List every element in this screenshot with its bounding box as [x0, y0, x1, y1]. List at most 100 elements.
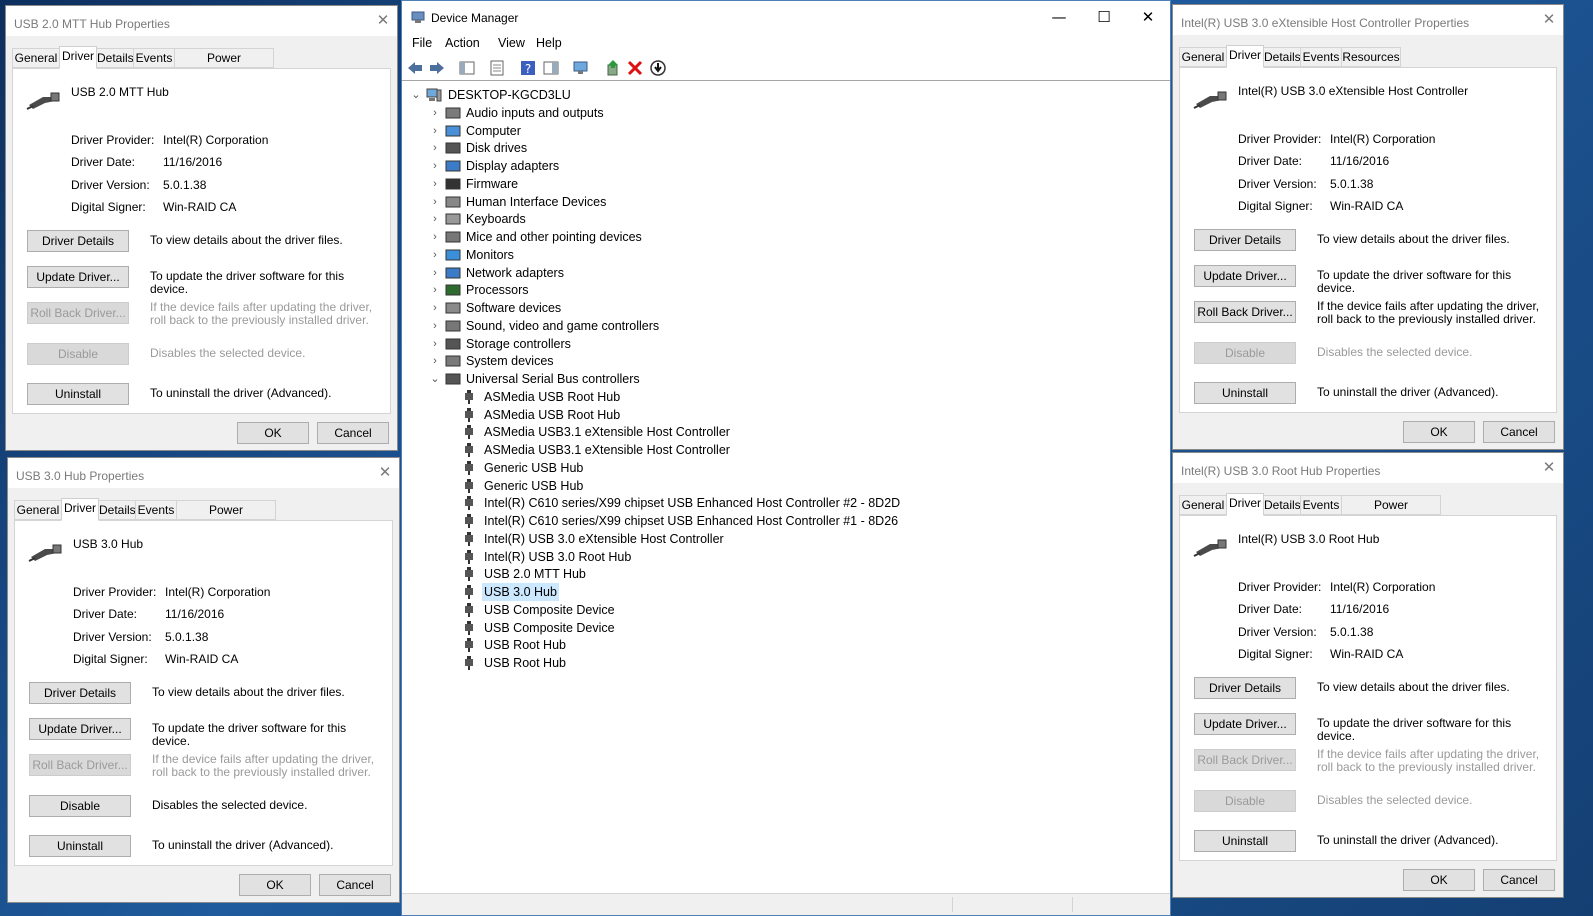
rollback-button[interactable]: Roll Back Driver...	[27, 302, 129, 324]
disable-device-icon[interactable]	[649, 59, 667, 77]
disable-button[interactable]: Disable	[27, 343, 129, 365]
rollback-button[interactable]: Roll Back Driver...	[1194, 749, 1296, 771]
cancel-button[interactable]: Cancel	[1483, 869, 1555, 891]
chevron-right-icon[interactable]: ›	[429, 175, 441, 193]
dialog-close-icon[interactable]: ✕	[377, 464, 393, 480]
tab-general[interactable]: General	[12, 48, 60, 68]
chevron-right-icon[interactable]: ›	[429, 317, 441, 335]
uninstall-button[interactable]: Uninstall	[27, 383, 129, 405]
disable-button[interactable]: Disable	[1194, 790, 1296, 812]
tab-resources[interactable]: Resources	[1341, 47, 1401, 67]
action-pane-icon[interactable]	[542, 59, 560, 77]
chevron-down-icon[interactable]: ⌄	[429, 370, 441, 388]
update-driver-icon[interactable]	[604, 59, 622, 77]
tab-driver[interactable]: Driver	[1226, 45, 1264, 68]
chevron-right-icon[interactable]: ›	[429, 193, 441, 211]
tab-driver[interactable]: Driver	[61, 498, 99, 521]
tab-general[interactable]: General	[1179, 47, 1227, 67]
menu-help[interactable]: Help	[536, 36, 562, 50]
ok-button[interactable]: OK	[1403, 421, 1475, 443]
uninstall-button[interactable]: Uninstall	[1194, 830, 1296, 852]
uninstall-description: To uninstall the driver (Advanced).	[1317, 833, 1499, 847]
provider-value: Intel(R) Corporation	[165, 585, 271, 599]
tab-details[interactable]: Details	[96, 48, 134, 68]
tab-events[interactable]: Events	[133, 48, 175, 68]
maximize-button[interactable]: ☐	[1089, 5, 1119, 29]
tab-driver[interactable]: Driver	[59, 46, 97, 69]
disable-button[interactable]: Disable	[29, 795, 131, 817]
dialog-title-bar: Intel(R) USB 3.0 eXtensible Host Control…	[1173, 5, 1563, 35]
ok-button[interactable]: OK	[239, 874, 311, 896]
scan-hardware-icon[interactable]	[572, 59, 590, 77]
properties-icon[interactable]	[488, 59, 506, 77]
forward-arrow-icon[interactable]	[428, 59, 446, 77]
date-value: 11/16/2016	[165, 607, 225, 621]
cancel-button[interactable]: Cancel	[317, 422, 389, 444]
tab-details[interactable]: Details	[1263, 495, 1301, 515]
category-icon	[445, 249, 461, 261]
disable-button[interactable]: Disable	[1194, 342, 1296, 364]
menu-view[interactable]: View	[498, 36, 525, 50]
usb-plug-icon	[465, 496, 473, 510]
tab-details[interactable]: Details	[1263, 47, 1301, 67]
close-button[interactable]: ✕	[1133, 5, 1163, 29]
tab-events[interactable]: Events	[135, 500, 177, 520]
version-value: 5.0.1.38	[165, 630, 209, 644]
dialog-close-icon[interactable]: ✕	[375, 12, 391, 28]
chevron-right-icon[interactable]: ›	[429, 335, 441, 353]
chevron-right-icon[interactable]: ›	[429, 299, 441, 317]
dialog-close-icon[interactable]: ✕	[1541, 11, 1557, 27]
chevron-right-icon[interactable]: ›	[429, 210, 441, 228]
usb-device-icon	[1193, 91, 1227, 109]
chevron-right-icon[interactable]: ›	[429, 246, 441, 264]
details-button[interactable]: Driver Details	[29, 682, 131, 704]
update-button[interactable]: Update Driver...	[29, 718, 131, 740]
rollback-button[interactable]: Roll Back Driver...	[1194, 301, 1296, 323]
uninstall-button[interactable]: Uninstall	[1194, 382, 1296, 404]
update-description: To update the driver software for this d…	[150, 269, 345, 296]
update-button[interactable]: Update Driver...	[1194, 265, 1296, 287]
cancel-button[interactable]: Cancel	[1483, 421, 1555, 443]
tab-power-management[interactable]: Power Management	[174, 48, 274, 83]
chevron-right-icon[interactable]: ›	[429, 157, 441, 175]
show-hide-console-tree-icon[interactable]	[458, 59, 476, 77]
chevron-right-icon[interactable]: ›	[429, 228, 441, 246]
chevron-right-icon[interactable]: ›	[429, 264, 441, 282]
chevron-down-icon[interactable]: ⌄	[410, 86, 422, 104]
update-button[interactable]: Update Driver...	[27, 266, 129, 288]
date-value: 11/16/2016	[1330, 154, 1390, 168]
dialog-title: Intel(R) USB 3.0 Root Hub Properties	[1181, 464, 1381, 478]
tab-driver[interactable]: Driver	[1226, 493, 1264, 516]
tab-events[interactable]: Events	[1300, 495, 1342, 515]
dialog-close-icon[interactable]: ✕	[1541, 459, 1557, 475]
uninstall-button[interactable]: Uninstall	[29, 835, 131, 857]
details-button[interactable]: Driver Details	[1194, 677, 1296, 699]
ok-button[interactable]: OK	[1403, 869, 1475, 891]
rollback-button[interactable]: Roll Back Driver...	[29, 754, 131, 776]
back-arrow-icon[interactable]	[406, 59, 424, 77]
tab-general[interactable]: General	[1179, 495, 1227, 515]
chevron-right-icon[interactable]: ›	[429, 281, 441, 299]
tab-events[interactable]: Events	[1300, 47, 1342, 67]
uninstall-description: To uninstall the driver (Advanced).	[150, 386, 332, 400]
tab-power-management[interactable]: Power Management	[1341, 495, 1441, 530]
help-icon[interactable]: ?	[519, 59, 537, 77]
details-button[interactable]: Driver Details	[1194, 229, 1296, 251]
cancel-button[interactable]: Cancel	[319, 874, 391, 896]
chevron-right-icon[interactable]: ›	[429, 122, 441, 140]
tab-power-management[interactable]: Power Management	[176, 500, 276, 535]
menu-file[interactable]: File	[412, 36, 432, 50]
chevron-right-icon[interactable]: ›	[429, 139, 441, 157]
uninstall-device-icon[interactable]	[626, 59, 644, 77]
ok-button[interactable]: OK	[237, 422, 309, 444]
menu-action[interactable]: Action	[445, 36, 480, 50]
update-button[interactable]: Update Driver...	[1194, 713, 1296, 735]
chevron-right-icon[interactable]: ›	[429, 352, 441, 370]
tab-details[interactable]: Details	[98, 500, 136, 520]
tab-general[interactable]: General	[14, 500, 62, 520]
minimize-button[interactable]: —	[1044, 5, 1074, 29]
disable-description: Disables the selected device.	[150, 346, 306, 360]
details-button[interactable]: Driver Details	[27, 230, 129, 252]
chevron-right-icon[interactable]: ›	[429, 104, 441, 122]
device-name: USB 3.0 Hub	[73, 537, 144, 551]
